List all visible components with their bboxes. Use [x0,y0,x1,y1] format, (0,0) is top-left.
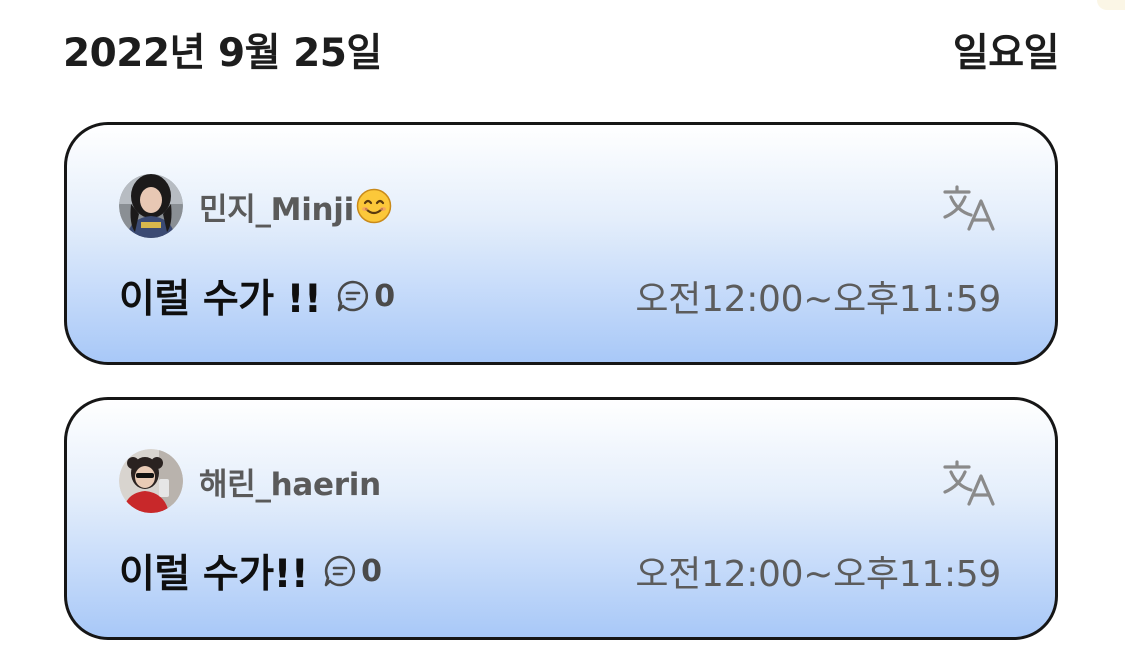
comment-count: 0 [361,553,383,589]
post-card[interactable]: 민지_Minji 이럴 수가 !! 0 오전12:00~오후11:59 [64,122,1058,365]
translate-icon[interactable] [943,458,999,508]
translate-icon[interactable] [943,183,999,233]
date-header: 2022년 9월 25일 일요일 [63,22,1060,78]
time-range: 오전12:00~오후11:59 [635,279,1001,320]
avatar[interactable] [119,174,183,238]
post-title[interactable]: 이럴 수가 !! [119,268,322,324]
comment-count: 0 [374,278,396,314]
corner-decoration [1097,0,1125,10]
title-row: 이럴 수가 !! 0 [119,268,395,324]
time-range: 오전12:00~오후11:59 [635,554,1001,595]
username[interactable]: 민지_Minji [199,184,354,229]
post-card[interactable]: 해린_haerin 이럴 수가!! 0 오전12:00~오후11:59 [64,397,1058,640]
comment-bubble-icon [324,555,356,587]
schedule-page: 2022년 9월 25일 일요일 민지_Minji 이럴 수가 !! 0 오전1… [0,0,1125,666]
username-row: 해린_haerin [199,458,381,504]
smiling-face-icon [356,188,392,224]
comment-button[interactable]: 0 [335,278,395,314]
username-row: 민지_Minji [199,183,392,229]
comment-bubble-icon [337,280,369,312]
weekday-label: 일요일 [952,31,1060,76]
avatar-image [119,174,183,238]
title-row: 이럴 수가!! 0 [119,543,382,599]
comment-button[interactable]: 0 [322,553,382,589]
avatar-image [119,449,183,513]
date-label: 2022년 9월 25일 [63,31,382,76]
username[interactable]: 해린_haerin [199,459,381,504]
post-title[interactable]: 이럴 수가!! [119,543,309,599]
avatar[interactable] [119,449,183,513]
